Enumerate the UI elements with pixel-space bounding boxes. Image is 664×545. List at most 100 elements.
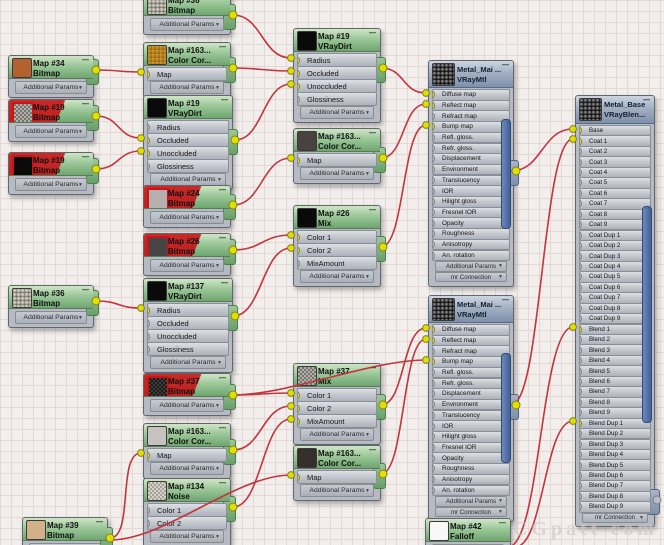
input-slot-mixamount[interactable]: MixAmount bbox=[297, 256, 377, 270]
rollout-additional-params[interactable]: Additional Params▼ bbox=[435, 496, 507, 507]
input-slot-occluded[interactable]: Occluded bbox=[147, 316, 229, 330]
collapse-icon[interactable]: — bbox=[221, 97, 228, 104]
rollout-additional-params[interactable]: Additional Params▼ bbox=[15, 178, 87, 191]
rollout-additional-params[interactable]: Additional Params▼ bbox=[150, 530, 224, 543]
rollout-additional-params[interactable]: Additional Params▼ bbox=[150, 259, 224, 272]
node-map34[interactable]: Map #34Bitmap—Additional Params▼ bbox=[8, 55, 94, 98]
dropdown-arrow-icon[interactable]: ▼ bbox=[365, 488, 370, 494]
wire-cc163b.out-to-mix37.Color 2[interactable] bbox=[233, 406, 291, 450]
material-preview-thumbnail[interactable] bbox=[147, 236, 169, 257]
input-slot-radius[interactable]: Radius bbox=[147, 120, 229, 134]
collapse-icon[interactable]: — bbox=[219, 425, 226, 432]
collapse-icon[interactable]: — bbox=[502, 62, 509, 69]
material-preview-thumbnail[interactable] bbox=[147, 376, 169, 397]
input-slot-glossiness[interactable]: Glossiness bbox=[147, 159, 229, 173]
node-header[interactable]: Map #26Mix— bbox=[294, 206, 380, 229]
node-scrollbar[interactable] bbox=[501, 119, 511, 229]
node-map36a[interactable]: Map #36Bitmap—Additional Params▼ bbox=[8, 285, 94, 328]
material-preview-thumbnail[interactable] bbox=[26, 520, 46, 540]
input-slot-coat-5[interactable]: Coat 5 bbox=[579, 177, 651, 188]
input-slot-roughness[interactable]: Roughness bbox=[432, 228, 510, 240]
input-slot-hilight-gloss[interactable]: Hilight gloss bbox=[432, 431, 510, 443]
node-header[interactable]: Map #19VRayDirt— bbox=[294, 29, 380, 52]
collapse-icon[interactable]: — bbox=[369, 130, 376, 137]
node-blend[interactable]: Metal_BaseVRayBlen...—BaseCoat 1Coat 2Co… bbox=[575, 95, 655, 527]
material-preview-thumbnail[interactable] bbox=[432, 298, 455, 321]
dropdown-arrow-icon[interactable]: ▼ bbox=[217, 177, 222, 183]
input-slot-bump-map[interactable]: Bump map bbox=[432, 356, 510, 368]
dropdown-arrow-icon[interactable]: ▼ bbox=[215, 215, 220, 221]
input-slot-unoccluded[interactable]: Unoccluded bbox=[147, 146, 229, 160]
wire-map19a.out-to-dirt19.Occluded[interactable] bbox=[96, 116, 141, 138]
collapse-icon[interactable]: — bbox=[369, 30, 376, 37]
wire-mix26.out-to-mtl1.Bump map[interactable] bbox=[381, 125, 426, 247]
node-cc163c[interactable]: Map #163...Color Cor...—MapAdditional Pa… bbox=[293, 128, 381, 184]
rollout-additional-params[interactable]: Additional Params▼ bbox=[150, 462, 224, 475]
rollout-additional-params[interactable]: Additional Params▼ bbox=[150, 211, 224, 224]
collapse-icon[interactable]: — bbox=[219, 44, 226, 51]
rollout-additional-params[interactable]: Additional Params▼ bbox=[150, 399, 224, 412]
input-slot-anisotropy[interactable]: Anisotropy bbox=[432, 474, 510, 486]
node-falloff42[interactable]: Map #42Falloff—Additional Params▼ bbox=[425, 518, 511, 545]
rollout-additional-params[interactable]: Additional Params▼ bbox=[435, 261, 507, 272]
input-slot-environment[interactable]: Environment bbox=[432, 399, 510, 411]
node-header[interactable]: Map #137VRayDirt— bbox=[144, 279, 232, 302]
rollout-additional-params[interactable]: Additional Params▼ bbox=[300, 106, 374, 119]
input-slot-radius[interactable]: Radius bbox=[147, 303, 229, 317]
node-map37a[interactable]: Map #37Bitmap—Additional Params▼ bbox=[143, 373, 231, 416]
input-slot-coat-dup-9[interactable]: Coat Dup 9 bbox=[579, 313, 651, 324]
input-slot-diffuse-map[interactable]: Diffuse map bbox=[432, 324, 510, 336]
material-preview-thumbnail[interactable] bbox=[147, 0, 167, 15]
node-header[interactable]: Map #36Bitmap— bbox=[144, 0, 230, 16]
collapse-icon[interactable]: — bbox=[502, 297, 509, 304]
material-preview-thumbnail[interactable] bbox=[297, 31, 317, 51]
material-preview-thumbnail[interactable] bbox=[12, 58, 32, 78]
node-header[interactable]: Map #24Bitmap— bbox=[144, 186, 230, 209]
input-slot-an-rotation[interactable]: An. rotation bbox=[432, 485, 510, 497]
input-slot-glossiness[interactable]: Glossiness bbox=[147, 342, 229, 356]
input-slot-coat-7[interactable]: Coat 7 bbox=[579, 198, 651, 209]
rollout-mr-connection[interactable]: mr Connection▼ bbox=[435, 507, 507, 518]
wire-falloff42.out-to-blend.Blend 1[interactable] bbox=[508, 327, 573, 545]
input-slot-occluded[interactable]: Occluded bbox=[297, 66, 377, 80]
wire-map36b.out-to-dirt19c.Radius[interactable] bbox=[233, 15, 291, 58]
collapse-icon[interactable]: — bbox=[643, 97, 650, 104]
node-header[interactable]: Map #163...Color Cor...— bbox=[144, 43, 230, 66]
dropdown-arrow-icon[interactable]: ▼ bbox=[365, 274, 370, 280]
input-slot-color-2[interactable]: Color 2 bbox=[297, 243, 377, 257]
wire-map19b.out-to-dirt19.Unoccluded[interactable] bbox=[96, 151, 141, 169]
input-slot-map[interactable]: Map bbox=[297, 470, 377, 484]
input-slot-map[interactable]: Map bbox=[297, 153, 377, 167]
node-header[interactable]: Map #34Bitmap— bbox=[9, 56, 93, 79]
collapse-icon[interactable]: — bbox=[219, 375, 226, 382]
dropdown-arrow-icon[interactable]: ▼ bbox=[215, 22, 220, 28]
node-scrollbar[interactable] bbox=[642, 206, 652, 423]
dropdown-arrow-icon[interactable]: ▼ bbox=[498, 509, 503, 515]
dropdown-arrow-icon[interactable]: ▼ bbox=[215, 534, 220, 540]
wire-map34.out-to-cc163a.Map[interactable] bbox=[96, 70, 141, 72]
input-slot-blend-dup-7[interactable]: Blend Dup 7 bbox=[579, 480, 651, 491]
rollout-additional-params[interactable]: Additional Params▼ bbox=[150, 81, 224, 94]
node-map36b[interactable]: Map #36Bitmap—Additional Params▼ bbox=[143, 0, 231, 35]
rollout-additional-params[interactable]: Additional Params▼ bbox=[300, 270, 374, 283]
input-slot-hilight-gloss[interactable]: Hilight gloss bbox=[432, 196, 510, 208]
input-slot-occluded[interactable]: Occluded bbox=[147, 133, 229, 147]
node-header[interactable]: Map #19Bitmap— bbox=[9, 153, 93, 176]
input-slot-blend-dup-2[interactable]: Blend Dup 2 bbox=[579, 428, 651, 439]
wire-cc163d.out-to-mtl2.Reflect map[interactable] bbox=[381, 339, 426, 474]
node-mix26[interactable]: Map #26Mix—Color 1Color 2MixAmountAdditi… bbox=[293, 205, 381, 287]
input-slot-map[interactable]: Map bbox=[147, 448, 227, 462]
node-header[interactable]: Map #19Bitmap— bbox=[9, 100, 93, 123]
node-cc163b[interactable]: Map #163...Color Cor...—MapAdditional Pa… bbox=[143, 423, 231, 479]
input-slot-unoccluded[interactable]: Unoccluded bbox=[147, 329, 229, 343]
dropdown-arrow-icon[interactable]: ▼ bbox=[78, 85, 83, 91]
wire-mix37.out-to-mtl2.Diffuse map[interactable] bbox=[381, 328, 426, 405]
node-mtl2[interactable]: Metal_Mai ...VRayMtl—Diffuse mapReflect … bbox=[428, 295, 514, 522]
collapse-icon[interactable]: — bbox=[219, 187, 226, 194]
input-slot-color-1[interactable]: Color 1 bbox=[297, 230, 377, 244]
rollout-additional-params[interactable]: Additional Params▼ bbox=[300, 428, 374, 441]
collapse-icon[interactable]: — bbox=[369, 447, 376, 454]
input-slot-anisotropy[interactable]: Anisotropy bbox=[432, 239, 510, 251]
rollout-additional-params[interactable]: Additional Params▼ bbox=[300, 167, 374, 180]
node-header[interactable]: Metal_Mai ...VRayMtl— bbox=[429, 61, 513, 88]
